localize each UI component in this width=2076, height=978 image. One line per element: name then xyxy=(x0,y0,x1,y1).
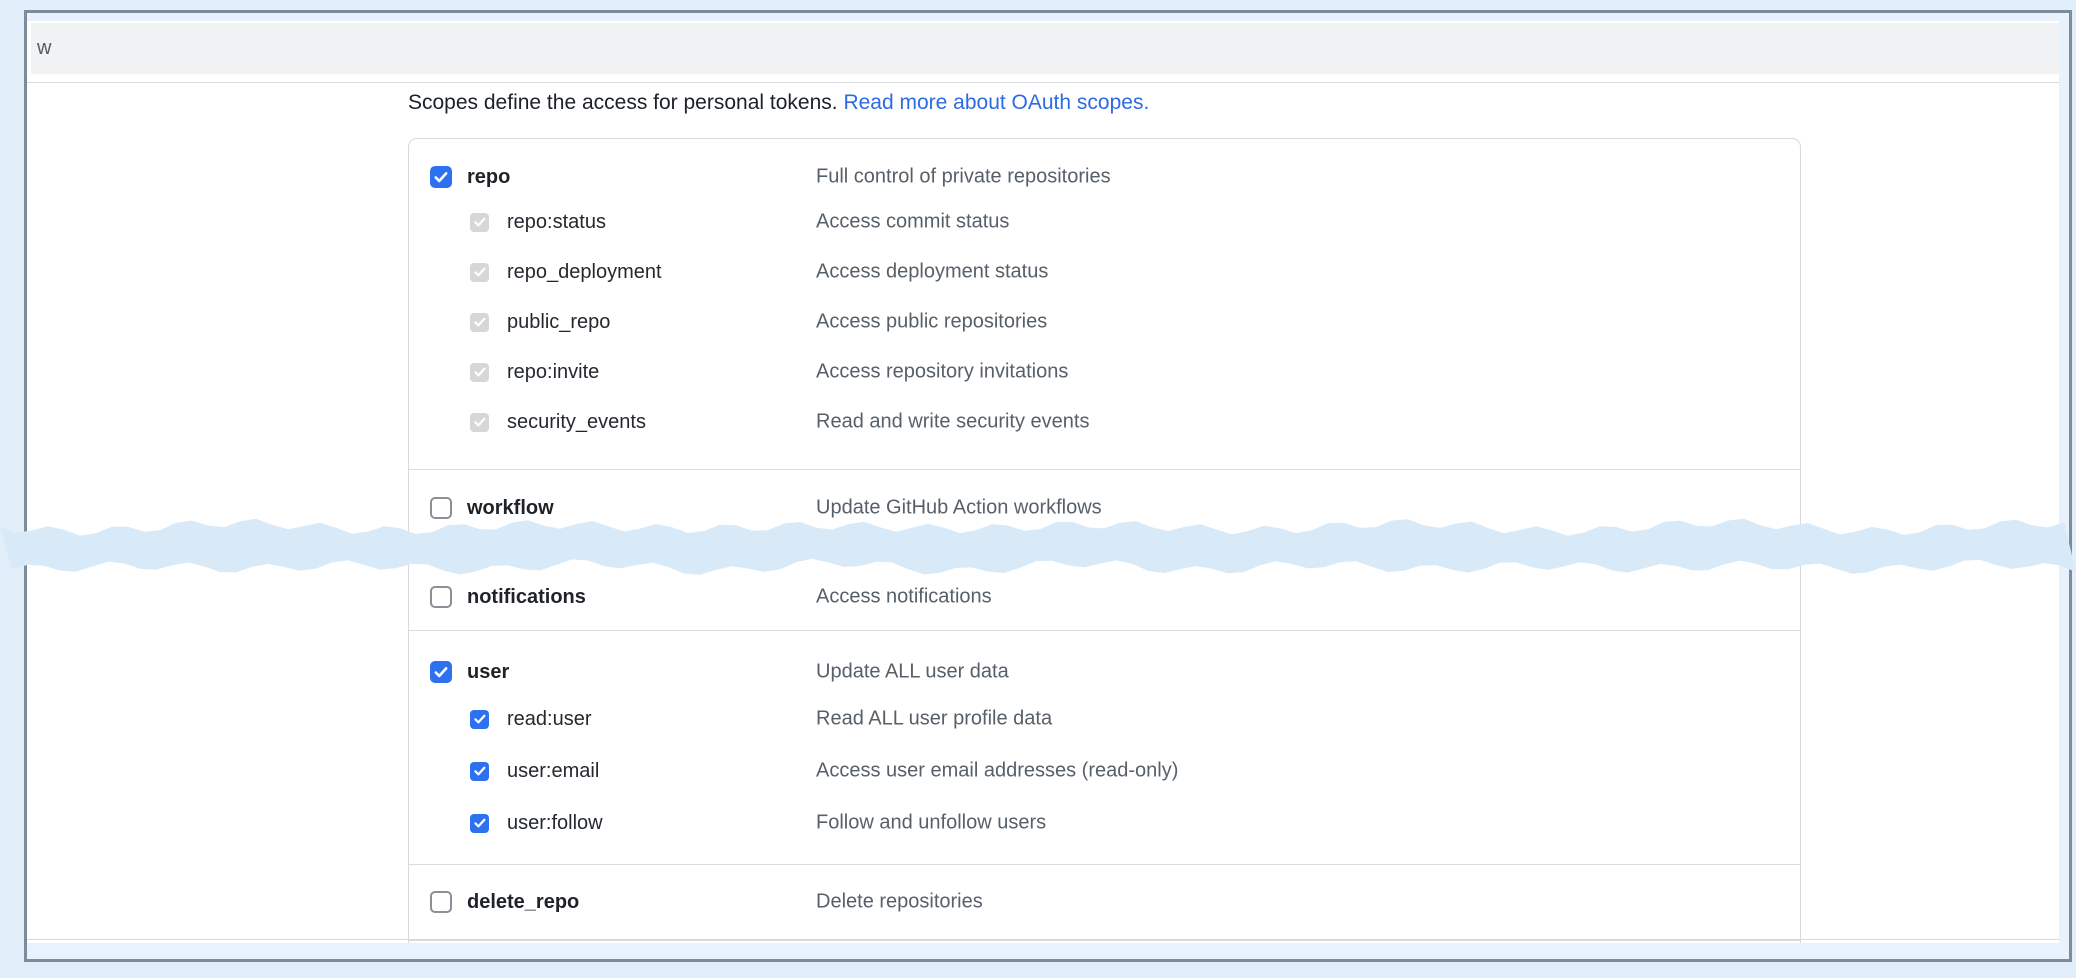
scope-name: repo:status xyxy=(507,211,606,234)
scope-checkbox xyxy=(470,313,489,332)
check-icon xyxy=(473,365,487,379)
scope-description: Access deployment status xyxy=(816,261,1048,284)
scope-name[interactable]: user:follow xyxy=(507,812,603,835)
scope-row: read:user Read ALL user profile data xyxy=(409,693,1800,745)
scope-name[interactable]: user xyxy=(467,661,509,684)
page-background: w Scopes define the access for personal … xyxy=(27,21,2059,943)
scope-name: public_repo xyxy=(507,311,610,334)
scope-description: Access commit status xyxy=(816,211,1009,234)
scope-row: repo_deployment Access deployment status xyxy=(409,247,1800,297)
scope-description: Full control of private repositories xyxy=(816,166,1111,189)
scope-checkbox xyxy=(470,213,489,232)
check-icon xyxy=(473,265,487,279)
scope-row: security_events Read and write security … xyxy=(409,397,1800,447)
scope-checkbox[interactable] xyxy=(430,166,452,188)
scope-row: repo Full control of private repositorie… xyxy=(409,157,1800,197)
scope-group: user Update ALL user data read:user Read… xyxy=(409,630,1800,864)
scope-name[interactable]: delete_repo xyxy=(467,891,579,914)
scope-row: repo:status Access commit status xyxy=(409,197,1800,247)
scope-description: Update GitHub Action workflows xyxy=(816,497,1102,520)
scope-group: delete_repo Delete repositories xyxy=(409,864,1800,940)
scope-checkbox[interactable] xyxy=(430,891,452,913)
scope-row: repo:invite Access repository invitation… xyxy=(409,347,1800,397)
scope-checkbox[interactable] xyxy=(430,661,452,683)
scope-name: security_events xyxy=(507,411,646,434)
scope-description: Read ALL user profile data xyxy=(816,708,1052,731)
scope-row: user Update ALL user data xyxy=(409,651,1800,693)
window-header-bar: w xyxy=(31,23,2059,74)
check-icon xyxy=(473,816,487,830)
intro-text: Scopes define the access for personal to… xyxy=(408,91,838,114)
oauth-scopes-link[interactable]: Read more about OAuth scopes. xyxy=(843,91,1149,114)
scope-description: Access public repositories xyxy=(816,311,1047,334)
scope-name[interactable]: read:user xyxy=(507,708,592,731)
scope-description: Update ALL user data xyxy=(816,661,1009,684)
scope-row: notifications Access notifications xyxy=(409,577,1800,617)
window-header-label: w xyxy=(37,37,51,60)
scope-group xyxy=(409,940,1800,943)
check-icon xyxy=(473,315,487,329)
scope-description: Delete repositories xyxy=(816,891,983,914)
scopes-intro: Scopes define the access for personal to… xyxy=(408,90,2059,116)
scope-group: notifications Access notifications xyxy=(409,554,1800,630)
scope-group: repo Full control of private repositorie… xyxy=(409,139,1800,469)
scope-name: repo:invite xyxy=(507,361,599,384)
scope-description: Read and write security events xyxy=(816,411,1089,434)
check-icon xyxy=(473,764,487,778)
scope-checkbox[interactable] xyxy=(470,710,489,729)
scope-checkbox xyxy=(470,363,489,382)
scope-description: Access user email addresses (read-only) xyxy=(816,760,1178,783)
scope-checkbox[interactable] xyxy=(430,497,452,519)
scope-checkbox[interactable] xyxy=(470,762,489,781)
check-icon xyxy=(473,415,487,429)
scope-row: user:follow Follow and unfollow users xyxy=(409,797,1800,849)
scope-name: repo_deployment xyxy=(507,261,662,284)
scope-checkbox xyxy=(470,413,489,432)
scope-checkbox[interactable] xyxy=(430,586,452,608)
scope-row: public_repo Access public repositories xyxy=(409,297,1800,347)
scopes-panel: repo Full control of private repositorie… xyxy=(408,138,1801,943)
scope-name[interactable]: workflow xyxy=(467,497,554,520)
scope-description: Follow and unfollow users xyxy=(816,812,1046,835)
scope-description: Access notifications xyxy=(816,586,992,609)
scope-group: workflow Update GitHub Action workflows xyxy=(409,469,1800,554)
browser-window: w Scopes define the access for personal … xyxy=(24,10,2072,962)
scope-row: user:email Access user email addresses (… xyxy=(409,745,1800,797)
check-icon xyxy=(433,169,449,185)
scope-checkbox xyxy=(470,263,489,282)
scope-checkbox[interactable] xyxy=(470,814,489,833)
scope-description: Access repository invitations xyxy=(816,361,1068,384)
scope-row: workflow Update GitHub Action workflows xyxy=(409,488,1800,528)
scope-name[interactable]: repo xyxy=(467,166,510,189)
scope-row: delete_repo Delete repositories xyxy=(409,882,1800,922)
scope-name[interactable]: user:email xyxy=(507,760,599,783)
token-scopes-section: Scopes define the access for personal to… xyxy=(408,83,2059,943)
check-icon xyxy=(473,712,487,726)
scope-name[interactable]: notifications xyxy=(467,586,586,609)
check-icon xyxy=(433,664,449,680)
check-icon xyxy=(473,215,487,229)
